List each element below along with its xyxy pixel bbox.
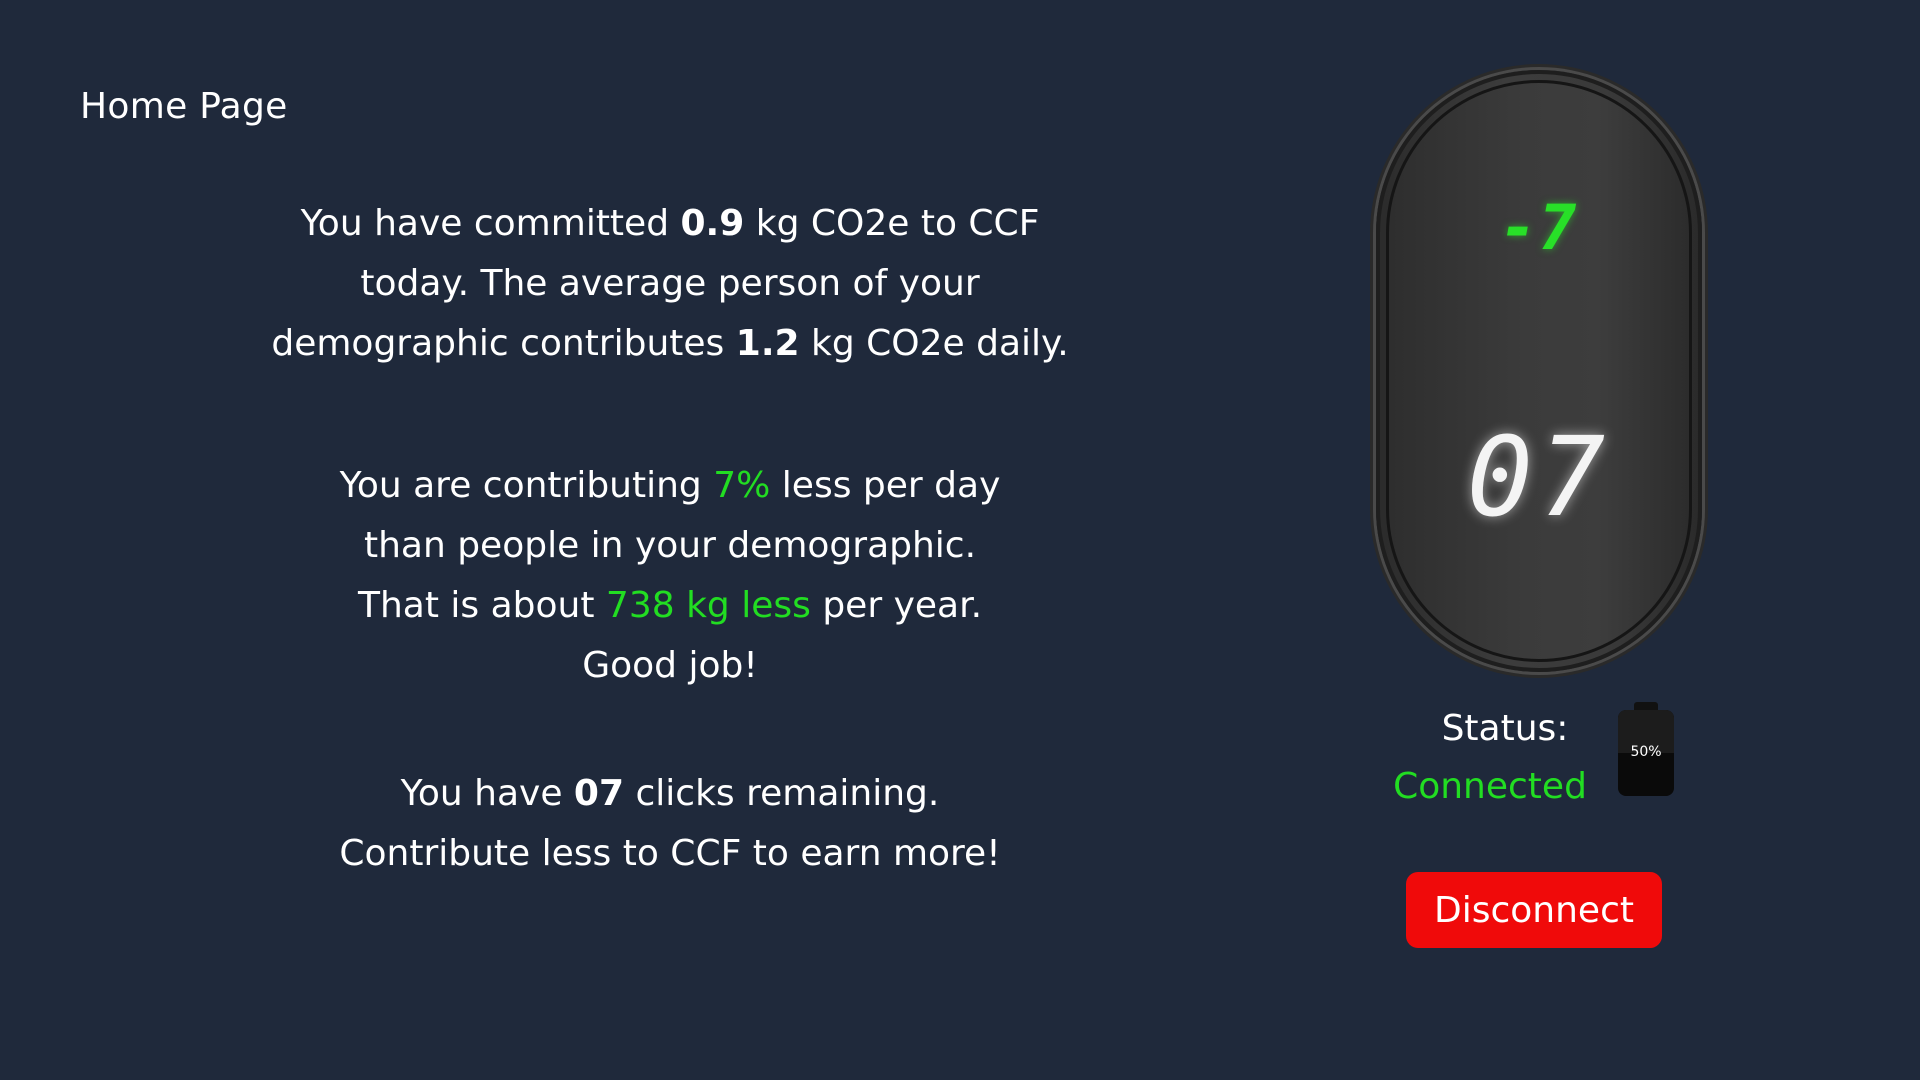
clicks-message: You have 07 clicks remaining. Contribute… xyxy=(200,764,1140,884)
clicks-line-2: Contribute less to CCF to earn more! xyxy=(339,833,1001,874)
connection-status: Connected xyxy=(1393,766,1587,807)
disconnect-button[interactable]: Disconnect xyxy=(1406,872,1662,948)
battery-icon: 50% xyxy=(1618,702,1674,796)
clicker-device-image: -7 07 xyxy=(1376,70,1702,672)
clicks-line-1: You have 07 clicks remaining. xyxy=(400,773,940,814)
device-face: -7 07 xyxy=(1386,80,1692,662)
page-title: Home Page xyxy=(80,86,288,127)
status-label: Status: xyxy=(1441,708,1569,749)
clicks-remaining: 07 xyxy=(573,773,625,814)
comparison-line-1: You are contributing 7% less per day xyxy=(339,465,1001,506)
home-page: Home Page You have committed 0.9 kg CO2e… xyxy=(0,0,1920,1080)
comparison-line-3: That is about 738 kg less per year. xyxy=(357,585,983,626)
battery-level-label: 50% xyxy=(1630,744,1662,760)
device-top-readout: -7 xyxy=(1499,191,1579,264)
comparison-line-2: than people in your demographic. xyxy=(363,525,977,566)
summary-line-3: demographic contributes 1.2 kg CO2e dail… xyxy=(271,323,1069,364)
summary-line-1: You have committed 0.9 kg CO2e to CCF xyxy=(300,203,1040,244)
summary-line-2: today. The average person of your xyxy=(360,263,980,304)
comparison-line-4: Good job! xyxy=(582,645,758,686)
committed-value: 0.9 xyxy=(680,203,745,244)
device-click-counter: 07 xyxy=(1466,413,1612,541)
percent-less: 7% xyxy=(713,465,771,506)
comparison-message: You are contributing 7% less per day tha… xyxy=(200,456,1140,696)
average-value: 1.2 xyxy=(735,323,800,364)
commitment-summary: You have committed 0.9 kg CO2e to CCF to… xyxy=(200,194,1140,374)
battery-body: 50% xyxy=(1618,710,1674,796)
yearly-less: 738 kg less xyxy=(605,585,811,626)
